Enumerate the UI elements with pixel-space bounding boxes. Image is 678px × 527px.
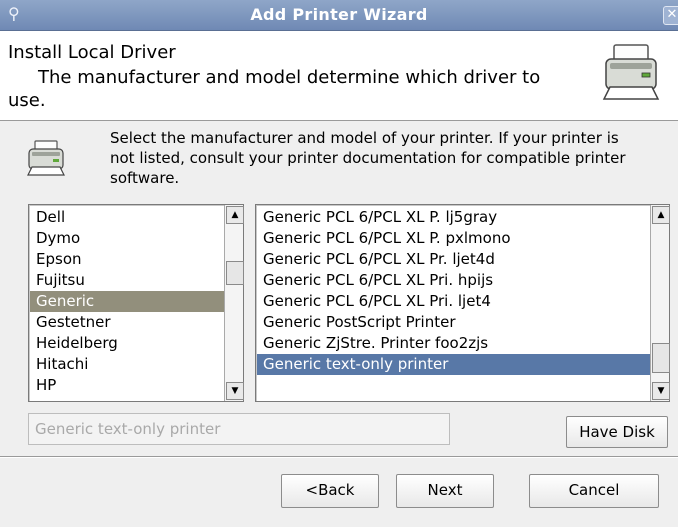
page-subtitle: The manufacturer and model determine whi… [8,67,541,111]
have-disk-button[interactable]: Have Disk [566,416,668,448]
close-button[interactable]: ✕ [663,6,678,25]
model-item[interactable]: Generic text-only printer [257,354,650,375]
manufacturer-item[interactable]: Dell [30,207,224,228]
scroll-down-icon[interactable]: ▼ [226,382,244,400]
driver-field-value: Generic text-only printer [35,420,221,438]
back-button[interactable]: <Back [281,474,379,508]
model-item[interactable]: Generic PCL 6/PCL XL Pri. hpijs [257,270,650,291]
model-list[interactable]: Generic PCL 6/PCL XL P. lj5gray Generic P… [255,204,670,402]
manufacturer-item[interactable]: Hitachi [30,354,224,375]
manufacturer-item[interactable]: Generic [30,291,224,312]
instructions-text: Select the manufacturer and model of you… [110,129,626,187]
model-item[interactable]: Generic PostScript Printer [257,312,650,333]
manufacturer-item[interactable]: Heidelberg [30,333,224,354]
cancel-button[interactable]: Cancel [529,474,659,508]
model-item[interactable]: Generic PCL 6/PCL XL Pr. ljet4d [257,249,650,270]
scrollbar-thumb[interactable] [226,261,244,285]
model-scrollbar[interactable]: ▲ ▼ [650,205,670,401]
model-item[interactable]: Generic PCL 6/PCL XL P. pxlmono [257,228,650,249]
manufacturer-list[interactable]: Dell Dymo Epson Fujitsu Generic Gestetner Heid… [28,204,244,402]
scroll-up-icon[interactable]: ▲ [226,206,244,224]
manufacturer-item[interactable]: Gestetner [30,312,224,333]
wizard-header: Install Local Driver The manufacturer an… [0,31,678,121]
printer-small-icon [27,140,65,176]
model-item[interactable]: Generic PCL 6/PCL XL Pri. ljet4 [257,291,650,312]
window-title: Add Printer Wizard [250,5,428,24]
manufacturer-item[interactable]: Epson [30,249,224,270]
printer-icon [602,44,660,100]
scrollbar-thumb[interactable] [652,343,670,373]
page-title: Install Local Driver [8,42,176,63]
scroll-up-icon[interactable]: ▲ [652,206,670,224]
manufacturer-item[interactable]: Dymo [30,228,224,249]
manufacturer-item[interactable]: HP [30,375,224,396]
manufacturer-item[interactable]: Fujitsu [30,270,224,291]
model-item[interactable]: Generic ZjStre. Printer foo2zjs [257,333,650,354]
next-button[interactable]: Next [396,474,494,508]
manufacturer-scrollbar[interactable]: ▲ ▼ [224,205,244,401]
divider [0,456,678,458]
model-item[interactable]: Generic PCL 6/PCL XL P. lj5gray [257,207,650,228]
driver-field: Generic text-only printer [28,413,450,445]
title-bar: ⚲ Add Printer Wizard ✕ [0,0,678,31]
scroll-down-icon[interactable]: ▼ [652,382,670,400]
